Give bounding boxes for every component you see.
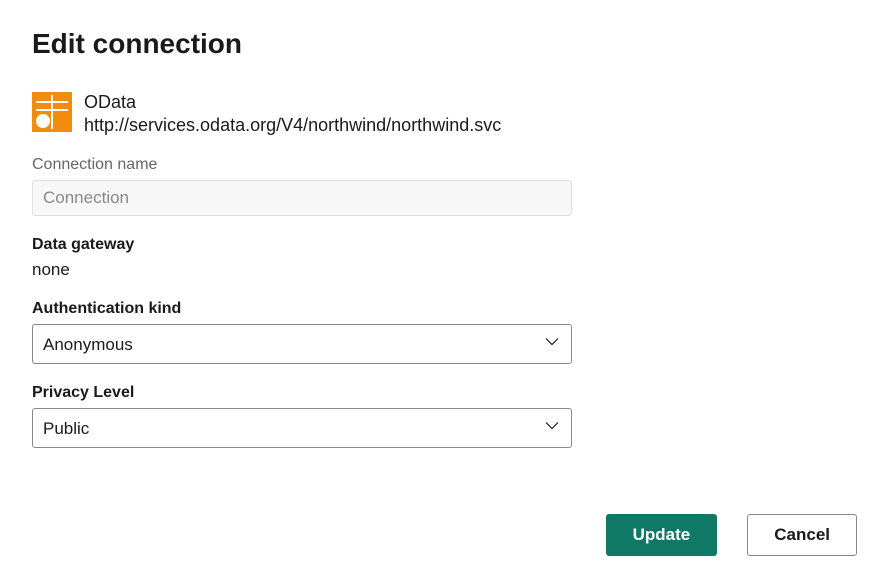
connection-type: OData	[84, 92, 501, 113]
authentication-kind-select[interactable]: Anonymous	[32, 324, 572, 364]
data-gateway-value: none	[32, 260, 857, 280]
connection-url: http://services.odata.org/V4/northwind/n…	[84, 115, 501, 136]
connection-name-label: Connection name	[32, 156, 857, 174]
privacy-level-label: Privacy Level	[32, 384, 857, 402]
page-title: Edit connection	[32, 28, 857, 60]
data-gateway-field: Data gateway none	[32, 236, 857, 280]
authentication-kind-label: Authentication kind	[32, 300, 857, 318]
privacy-level-field: Privacy Level Public	[32, 384, 857, 448]
data-gateway-label: Data gateway	[32, 236, 857, 254]
update-button[interactable]: Update	[606, 514, 718, 556]
privacy-level-select[interactable]: Public	[32, 408, 572, 448]
connection-name-input[interactable]	[32, 180, 572, 216]
connection-name-field: Connection name	[32, 156, 857, 216]
dialog-buttons: Update Cancel	[606, 514, 857, 556]
cancel-button[interactable]: Cancel	[747, 514, 857, 556]
odata-icon	[32, 92, 72, 132]
authentication-kind-field: Authentication kind Anonymous	[32, 300, 857, 364]
connection-info: OData http://services.odata.org/V4/north…	[32, 92, 857, 136]
